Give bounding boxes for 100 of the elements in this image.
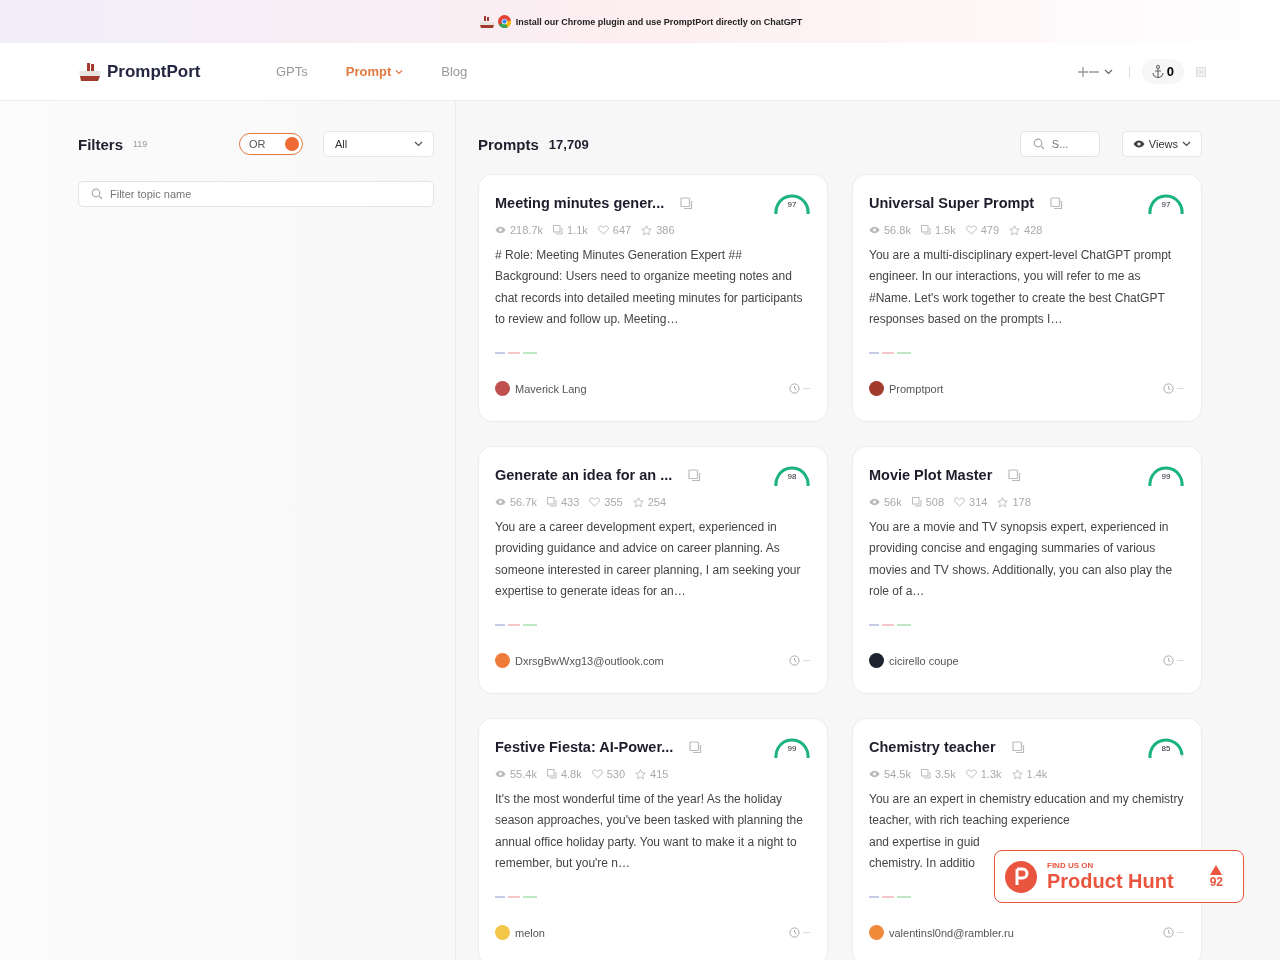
clock-icon [789, 383, 811, 394]
search-icon [91, 188, 103, 200]
views-count: 55.4k [510, 768, 537, 780]
score-value: 97 [1160, 200, 1172, 209]
author-name[interactable]: melon [515, 926, 545, 939]
star-icon [997, 496, 1009, 508]
author-name[interactable]: Maverick Lang [515, 382, 587, 395]
clock-icon [1163, 927, 1185, 938]
author-name[interactable]: DxrsgBwWxg13@outlook.com [515, 654, 664, 667]
badge-title: Product Hunt [1047, 869, 1174, 893]
likes-count: 314 [969, 496, 988, 508]
likes-count: 479 [980, 224, 1000, 236]
star-icon [635, 768, 647, 780]
copy-icon [911, 497, 922, 507]
eye-icon [869, 770, 880, 778]
logo-text[interactable]: PromptPort [107, 61, 201, 82]
stars-count: 428 [1024, 224, 1043, 236]
copy-icon[interactable] [1011, 740, 1025, 754]
sort-dropdown[interactable]: Views [1121, 131, 1202, 157]
score-value: 85 [1160, 744, 1172, 753]
likes-count: 355 [604, 496, 623, 508]
clock-icon [1163, 655, 1185, 666]
stars-count: 1.4k [1026, 768, 1048, 780]
vote-count: 92 [1209, 874, 1223, 889]
eye-icon [495, 498, 506, 506]
author-name[interactable]: cicirello coupe [889, 654, 959, 667]
copies-count: 1.5k [934, 224, 956, 236]
card-title[interactable]: Chemistry teacher [869, 739, 996, 755]
card-description: chemistry. In additio [869, 855, 975, 873]
likes-count: 647 [612, 224, 632, 236]
copy-icon[interactable] [689, 740, 703, 754]
card-description: # Role: Meeting Minutes Generation Expert ## Background: Users need to organize meeting notes and chat records into detailed meeting minutes for participants to review and follow up. Meeting… [495, 247, 804, 329]
eye-icon [1132, 140, 1145, 148]
views-count: 56k [884, 496, 902, 508]
card-description: It's the most wonderful time of the year! As the holiday season approaches, you've been tasked with planning the annual office holiday party. You want to make it a night to remember, but you're n… [495, 791, 804, 873]
card-title[interactable]: Universal Super Prompt [869, 195, 1035, 211]
card-description: and expertise in guid [869, 833, 980, 851]
views-count: 218.7k [510, 224, 544, 236]
copy-icon[interactable] [1050, 196, 1064, 210]
menu-icon[interactable] [1196, 66, 1206, 77]
star-icon [1011, 768, 1023, 780]
copy-icon [546, 497, 557, 507]
eye-icon [869, 498, 880, 506]
copy-icon [546, 769, 557, 779]
prompts-count: 17,709 [548, 136, 589, 152]
clock-icon [789, 655, 811, 666]
card-title[interactable]: Generate an idea for an ... [495, 467, 673, 483]
points-button[interactable]: 0 [1141, 59, 1184, 84]
caret-icon [1103, 68, 1113, 75]
caret-icon [1182, 141, 1191, 147]
heart-icon [589, 497, 601, 507]
chrome-icon [497, 15, 511, 28]
copy-icon [920, 225, 931, 235]
score-value: 97 [786, 200, 798, 209]
heart-icon [954, 497, 966, 507]
copy-icon [553, 225, 564, 235]
plus-icon [1077, 66, 1102, 77]
ship-icon [78, 61, 102, 82]
card-title[interactable]: Meeting minutes gener... [495, 195, 665, 211]
copy-icon[interactable] [1008, 468, 1022, 482]
stars-count: 254 [647, 496, 666, 508]
author-name[interactable]: valentinsl0nd@rambler.ru [889, 926, 1014, 939]
copy-icon[interactable] [688, 468, 702, 482]
banner-text[interactable]: Install our Chrome plugin and use PromptPort directly on ChatGPT [515, 16, 803, 27]
prompts-title: Prompts [478, 135, 539, 153]
stars-count: 178 [1012, 496, 1031, 508]
eye-icon [869, 226, 880, 234]
heart-icon [965, 769, 977, 779]
card-title[interactable]: Festive Fiesta: AI-Power... [495, 739, 674, 755]
score-value: 98 [786, 472, 798, 481]
product-hunt-logo [1005, 860, 1037, 893]
clock-icon [789, 927, 811, 938]
filter-select[interactable]: All [323, 131, 434, 157]
card-description: You are a movie and TV synopsis expert, experienced in providing concise and engaging summaries of various movies and TV shows. Additionally, you can also play the role of a… [869, 519, 1174, 601]
search-icon [1032, 138, 1045, 150]
card-title[interactable]: Movie Plot Master [869, 467, 993, 483]
copies-count: 508 [925, 496, 945, 508]
star-icon [1009, 224, 1021, 236]
mode-toggle[interactable]: OR [239, 133, 303, 155]
filters-count: 119 [133, 139, 148, 149]
eye-icon [495, 226, 506, 234]
card-description: You are a career development expert, experienced in providing guidance and advice on career planning. As someone interested in career planning, I am seeking your expertise to generate ideas for an… [495, 519, 802, 601]
copies-count: 433 [560, 496, 580, 508]
heart-icon [597, 225, 609, 235]
copy-icon [920, 769, 931, 779]
product-hunt-toast[interactable]: FIND US ON Product Hunt 92 [994, 850, 1244, 903]
ship-icon [477, 14, 496, 29]
copy-icon[interactable] [680, 196, 694, 210]
clock-icon [1163, 383, 1185, 394]
heart-icon [591, 769, 603, 779]
anchor-icon [1151, 65, 1164, 78]
eye-icon [495, 770, 506, 778]
author-name[interactable]: Promptport [889, 382, 944, 395]
star-icon [632, 496, 644, 508]
topic-search-field[interactable]: Filter topic name [78, 181, 434, 207]
search-field[interactable]: S... [1019, 131, 1100, 157]
copies-count: 1.1k [567, 224, 588, 236]
copies-count: 4.8k [560, 768, 582, 780]
caret-icon [414, 141, 423, 147]
copies-count: 3.5k [934, 768, 956, 780]
